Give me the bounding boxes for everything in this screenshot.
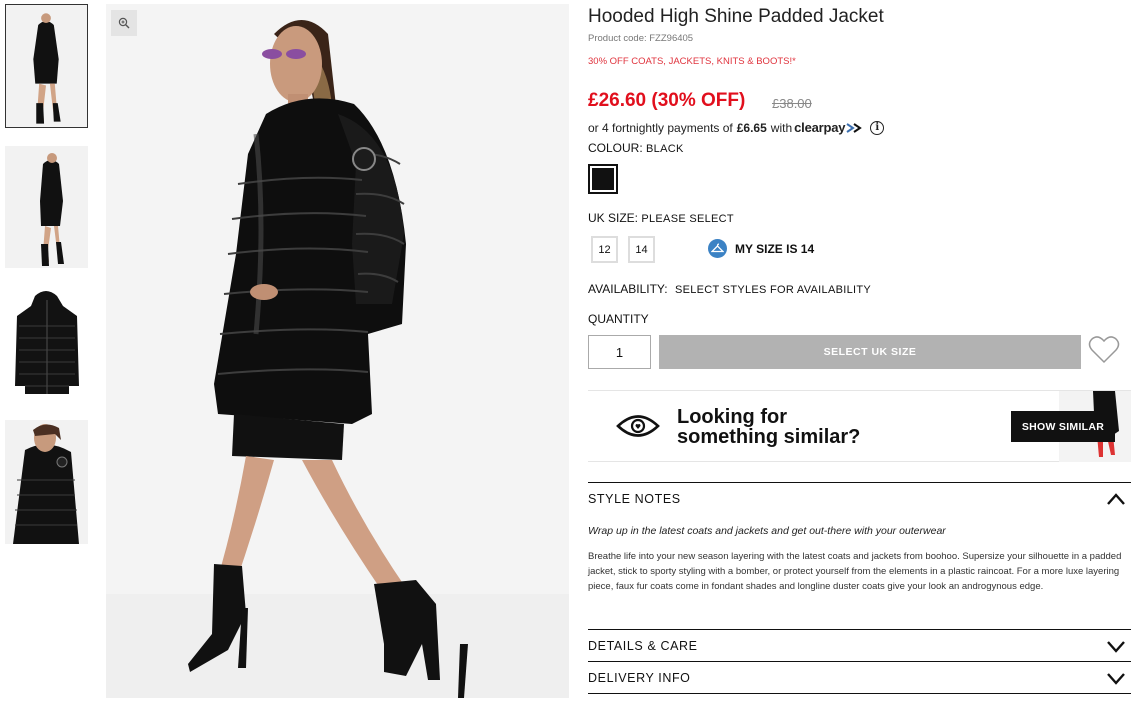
info-icon[interactable]: i [870, 120, 885, 135]
main-product-image[interactable] [106, 4, 569, 698]
size-value: PLEASE SELECT [641, 213, 734, 225]
colour-swatch-black[interactable] [588, 164, 618, 194]
delivery-info-heading: DELIVERY INFO [588, 670, 691, 685]
clearpay-info: or 4 fortnightly payments of £6.65 with … [588, 120, 885, 135]
accordion-bottom-divider [588, 693, 1131, 694]
size-option-12[interactable]: 12 [591, 236, 618, 263]
chevron-up-icon [1107, 492, 1125, 505]
style-notes-accordion[interactable]: STYLE NOTES [588, 482, 1131, 514]
thumbnail-3[interactable] [5, 286, 88, 403]
chevron-down-icon [1107, 640, 1125, 653]
similar-banner: Looking for something similar? SHOW SIMI… [588, 390, 1131, 462]
details-care-accordion[interactable]: DETAILS & CARE [588, 629, 1131, 661]
clearpay-with: with [770, 120, 793, 135]
clearpay-brand: clearpay [794, 120, 846, 135]
zoom-icon [118, 17, 130, 29]
add-to-bag-button[interactable]: SELECT UK SIZE [659, 335, 1081, 369]
heart-icon[interactable] [1088, 335, 1120, 365]
product-code: Product code: FZZ96405 [588, 33, 694, 44]
thumbnail-2[interactable] [5, 146, 88, 268]
availability-label: AVAILABILITY: [588, 282, 668, 296]
delivery-info-header[interactable]: DELIVERY INFO [588, 662, 1131, 693]
colour-label: COLOUR: [588, 141, 643, 155]
was-price: £38.00 [772, 96, 812, 111]
delivery-info-accordion[interactable]: DELIVERY INFO [588, 661, 1131, 693]
main-product-photo [106, 4, 569, 698]
thumbnail-4-image [5, 420, 88, 544]
show-similar-button[interactable]: SHOW SIMILAR [1011, 411, 1115, 442]
availability-row: AVAILABILITY: SELECT STYLES FOR AVAILABI… [588, 282, 871, 296]
thumbnail-1[interactable] [5, 4, 88, 128]
promo-link[interactable]: 30% OFF COATS, JACKETS, KNITS & BOOTS!* [588, 56, 796, 67]
colour-row: COLOUR: BLACK [588, 141, 684, 155]
clearpay-logo: clearpay [794, 120, 865, 135]
details-care-header[interactable]: DETAILS & CARE [588, 630, 1131, 661]
zoom-button[interactable] [111, 10, 137, 36]
style-notes-header[interactable]: STYLE NOTES [588, 483, 1131, 514]
details-care-heading: DETAILS & CARE [588, 638, 698, 653]
style-notes-heading: STYLE NOTES [588, 491, 681, 506]
hanger-icon [708, 239, 727, 258]
eye-icon [616, 415, 660, 437]
thumbnail-2-image [5, 146, 88, 268]
thumbnail-1-image [6, 5, 87, 127]
style-notes-intro: Wrap up in the latest coats and jackets … [588, 525, 946, 537]
clearpay-amount: £6.65 [736, 120, 767, 135]
product-title: Hooded High Shine Padded Jacket [588, 6, 884, 27]
swatch-fill [592, 168, 614, 190]
style-notes-body: Breathe life into your new season layeri… [588, 551, 1122, 592]
my-size-link[interactable]: MY SIZE IS 14 [708, 239, 814, 258]
similar-line-2: something similar? [677, 426, 861, 448]
similar-text: Looking for something similar? [677, 407, 860, 447]
clearpay-prefix: or 4 fortnightly payments of [588, 120, 733, 135]
thumbnail-3-image [5, 286, 88, 403]
availability-value: SELECT STYLES FOR AVAILABILITY [674, 284, 872, 296]
clearpay-arrows-icon [846, 122, 863, 133]
chevron-down-icon [1107, 672, 1125, 685]
sale-price: £26.60 (30% OFF) [588, 90, 746, 111]
quantity-label: QUANTITY [588, 312, 649, 326]
size-option-14[interactable]: 14 [628, 236, 655, 263]
colour-value: BLACK [646, 143, 684, 155]
size-label: UK SIZE: [588, 211, 639, 225]
quantity-input[interactable] [588, 335, 651, 369]
size-row: UK SIZE: PLEASE SELECT [588, 211, 734, 225]
thumbnail-4[interactable] [5, 420, 88, 544]
my-size-label: MY SIZE IS 14 [735, 241, 815, 256]
similar-line-1: Looking for [677, 406, 787, 428]
